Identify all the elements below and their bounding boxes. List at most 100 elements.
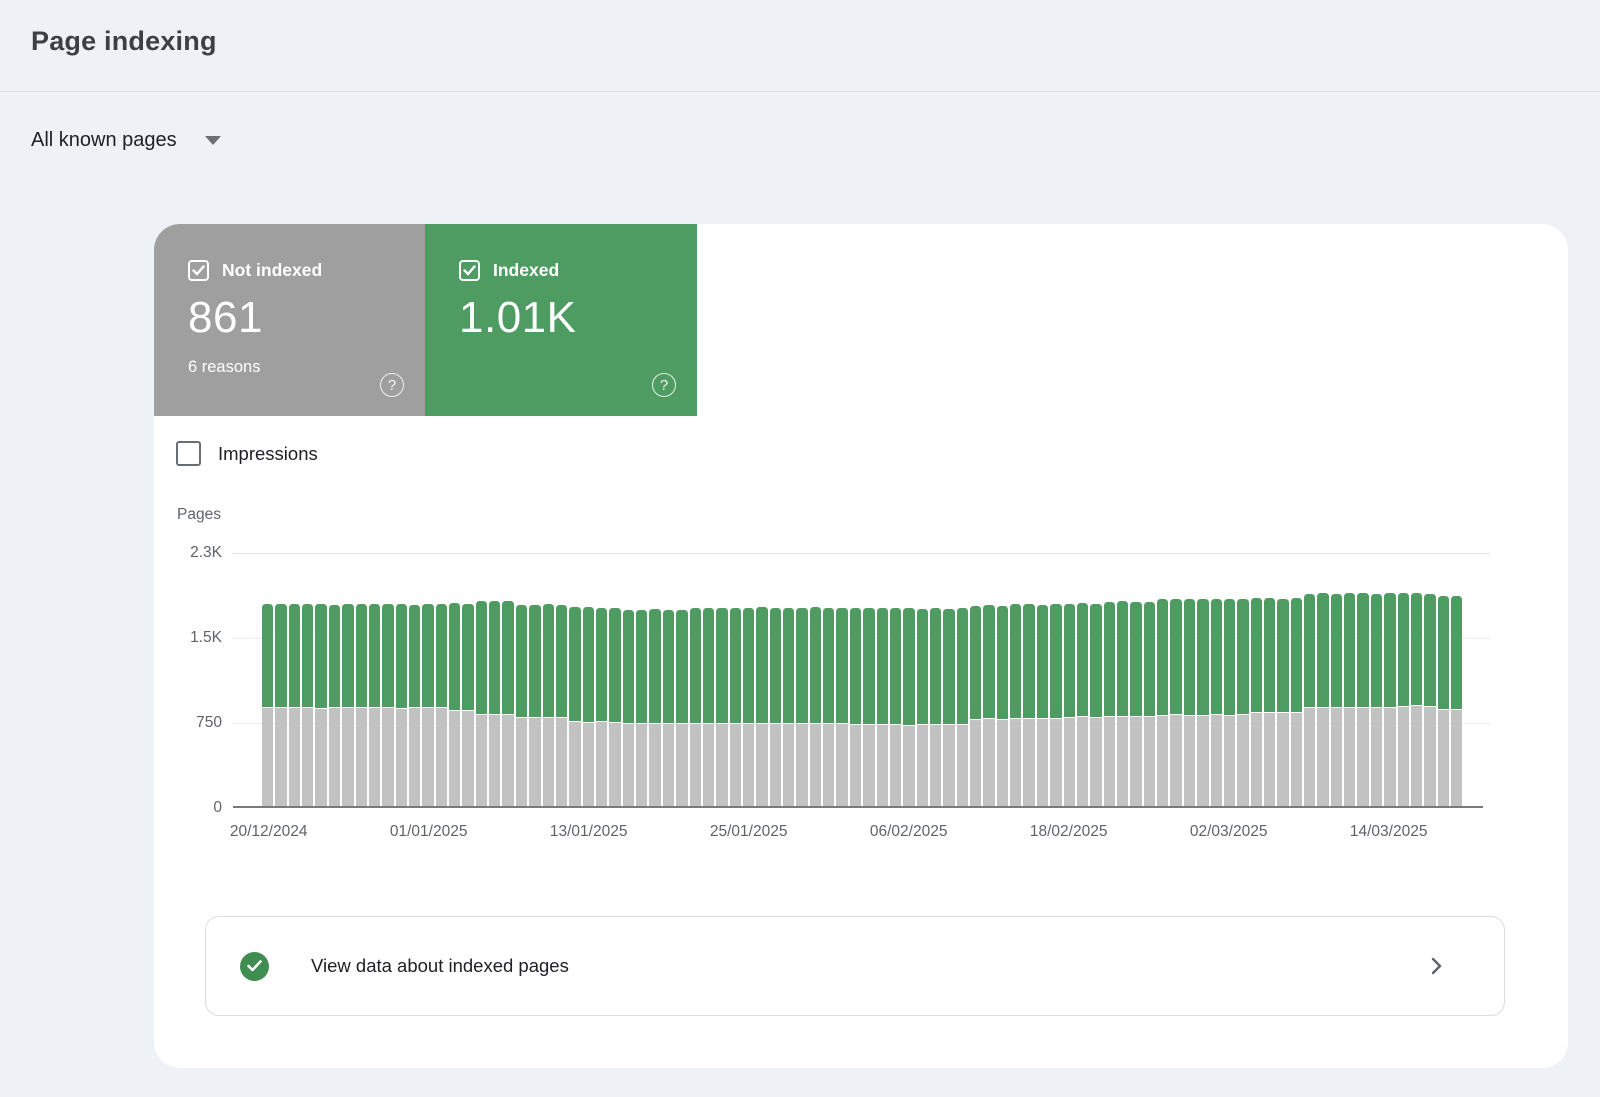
chart-bar <box>569 607 580 808</box>
chart-bar <box>1438 596 1449 808</box>
chart-bar <box>356 604 367 808</box>
y-tick-label: 2.3K <box>162 544 222 562</box>
chart-bar <box>783 608 794 808</box>
chart-bar <box>1144 602 1155 808</box>
chart-bar <box>1424 594 1435 808</box>
x-tick-label: 13/01/2025 <box>550 823 628 841</box>
chart-bar <box>396 604 407 808</box>
chart-bar <box>275 604 286 808</box>
chart-bar <box>943 609 954 808</box>
chart-bar <box>1090 604 1101 808</box>
chart-bar <box>596 608 607 808</box>
chart-bar <box>917 609 928 808</box>
chart-bar <box>1344 593 1355 808</box>
chart-bar <box>1384 593 1395 808</box>
chart-bar <box>716 608 727 808</box>
chart-bar <box>1130 602 1141 808</box>
chart-bar <box>302 604 313 808</box>
x-tick-label: 14/03/2025 <box>1350 823 1428 841</box>
checkmark-icon <box>247 960 262 972</box>
chart-bar <box>1371 594 1382 808</box>
chart-bar <box>262 604 273 808</box>
chart-bar <box>1264 598 1275 808</box>
chart-bar <box>1104 602 1115 808</box>
header-divider <box>0 91 1600 92</box>
x-tick-label: 20/12/2024 <box>230 823 308 841</box>
y-tick-label: 0 <box>162 799 222 817</box>
chart-bar <box>1211 599 1222 808</box>
chart-bar <box>462 604 473 808</box>
chart-bar <box>516 605 527 808</box>
x-axis-line <box>233 806 1483 808</box>
chart-bar <box>476 601 487 808</box>
chart-bar <box>583 607 594 808</box>
chart-bar <box>690 608 701 808</box>
chart-bar <box>543 604 554 808</box>
chart-bar <box>930 608 941 808</box>
chart-bar <box>836 608 847 808</box>
chart-bar <box>636 610 647 808</box>
chart-bar <box>342 604 353 808</box>
chart-bar <box>796 608 807 808</box>
x-tick-label: 25/01/2025 <box>710 823 788 841</box>
chart-bar <box>1331 594 1342 808</box>
chart-bar <box>1077 603 1088 808</box>
chart-bar <box>997 606 1008 808</box>
chart-bar <box>382 604 393 808</box>
chart-bar <box>1224 599 1235 808</box>
x-tick-label: 18/02/2025 <box>1030 823 1108 841</box>
page-filter-label: All known pages <box>31 129 177 152</box>
chart-bar <box>1317 593 1328 808</box>
chart-bar <box>1170 599 1181 808</box>
chart-bar <box>1184 599 1195 808</box>
chart-bar <box>502 601 513 808</box>
view-indexed-data-label: View data about indexed pages <box>311 955 569 977</box>
chart-bar <box>289 604 300 808</box>
y-axis-title: Pages <box>177 506 221 524</box>
chart-bar <box>315 604 326 808</box>
chart-bar <box>329 605 340 808</box>
chart-bar <box>369 604 380 808</box>
x-tick-label: 02/03/2025 <box>1190 823 1268 841</box>
chart-bar <box>422 604 433 808</box>
y-tick-label: 1.5K <box>162 629 222 647</box>
chart-bar <box>556 605 567 808</box>
chart-bar <box>1010 604 1021 808</box>
chart-bar <box>1050 604 1061 808</box>
chart-bar <box>609 608 620 808</box>
chart-bar <box>663 610 674 808</box>
chart-bar <box>1277 599 1288 808</box>
chart-bar <box>810 607 821 808</box>
chart-bar <box>850 608 861 808</box>
chart-bar <box>649 609 660 808</box>
chart-bar <box>1398 593 1409 808</box>
indexed-check-circle-icon <box>240 952 269 981</box>
chart-bar <box>1291 598 1302 808</box>
chart-bar <box>903 608 914 808</box>
chart-bar <box>1237 599 1248 808</box>
chart-bar <box>890 608 901 808</box>
chart-bar <box>957 608 968 808</box>
chart-bar <box>743 608 754 808</box>
chart-bar <box>1197 599 1208 808</box>
chart-bar <box>1023 604 1034 808</box>
chart-bar <box>1357 593 1368 808</box>
dropdown-arrow-icon <box>205 136 221 145</box>
chart-bar <box>877 608 888 808</box>
page-title: Page indexing <box>31 26 217 57</box>
chart-bar <box>863 608 874 808</box>
chart-bar <box>1411 593 1422 808</box>
chart-bar <box>1451 596 1462 808</box>
chart-bar <box>823 608 834 808</box>
chart-bar <box>676 610 687 808</box>
chart-bar <box>1304 594 1315 808</box>
chart-bar <box>970 606 981 808</box>
chevron-right-icon <box>1426 956 1446 976</box>
view-indexed-data-row[interactable]: View data about indexed pages <box>205 916 1505 1016</box>
chart-bar <box>703 608 714 808</box>
chart-bar <box>1251 598 1262 808</box>
chart-bar <box>489 601 500 808</box>
page-filter-dropdown[interactable]: All known pages <box>31 125 221 155</box>
y-tick-label: 750 <box>162 714 222 732</box>
chart-bar <box>529 605 540 808</box>
